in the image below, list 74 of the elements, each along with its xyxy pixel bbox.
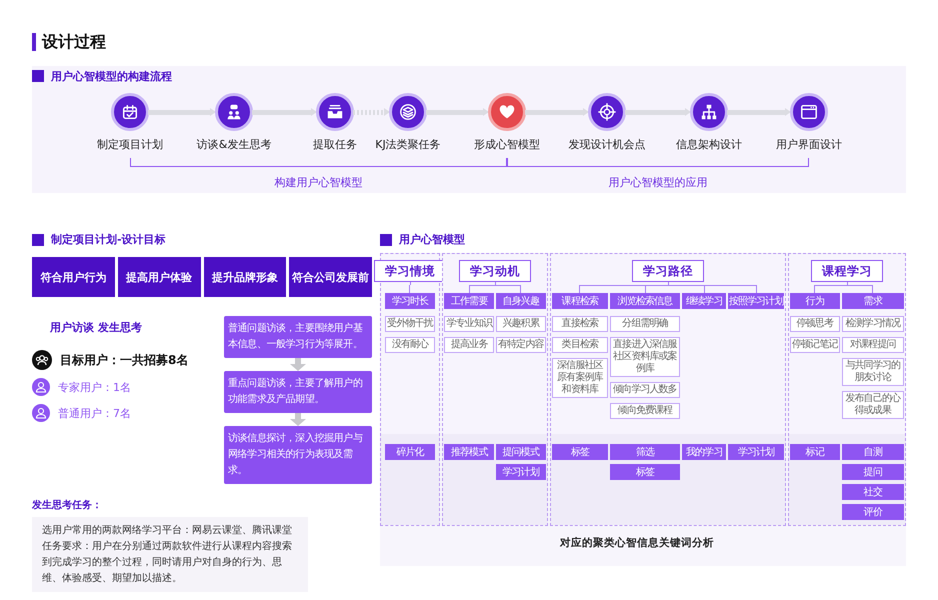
keyword-tag: 自测: [842, 444, 904, 460]
item-tag: 直接检索: [552, 316, 608, 332]
keyword-tag: 提问: [842, 464, 904, 480]
step-label: 提取任务: [313, 137, 357, 152]
column-heading: 学习路径: [632, 260, 704, 282]
goal-tile: 符合用户行为: [32, 257, 115, 297]
section-title: 制定项目计划-设计目标: [51, 232, 166, 247]
goal-tile: 提升品牌形象: [204, 257, 286, 297]
keyword-tag: 碎片化: [385, 444, 435, 460]
item-tag: 停顿思考: [790, 316, 840, 332]
category-label: 行为: [790, 293, 840, 309]
item-tag: 直接进入深信服社区资料库或案例库: [610, 337, 680, 377]
category-label: 课程检索: [552, 293, 608, 309]
step-label: 制定项目计划: [97, 137, 163, 152]
item-tag: 提高业务: [444, 337, 494, 353]
user-group-text: 专家用户：1名: [58, 380, 131, 394]
column-heading: 学习动机: [459, 260, 531, 282]
column-heading: 课程学习: [811, 260, 883, 282]
task-title: 发生思考任务：: [32, 498, 103, 512]
item-tag: 兴趣积累: [496, 316, 546, 332]
keyword-tag: 提问模式: [496, 444, 546, 460]
step-label: 形成心智模型: [474, 137, 540, 152]
user-group-text: 普通用户：7名: [58, 406, 131, 420]
keyword-tag: 筛选: [610, 444, 680, 460]
category-label: 工作需要: [444, 293, 494, 309]
item-tag: 没有耐心: [385, 337, 435, 353]
category-label: 自身兴趣: [496, 293, 546, 309]
keyword-tag: 标签: [610, 464, 680, 480]
interview-step: 访谈信息探讨，深入挖掘用户与网络学习相关的行为表现及需求。: [224, 426, 372, 484]
task-text: 任务要求：用户在分别通过两款软件进行从课程内容搜索到完成学习的整个过程，同时请用户对自身的行为、思维、体验感受、期望加以描述。: [42, 540, 293, 586]
item-tag: 有特定内容: [496, 337, 546, 353]
subsection-title: 用户访谈 发生思考: [50, 320, 143, 335]
item-tag: 与共同学习的朋友讨论: [842, 358, 904, 386]
item-tag: 倾向免费课程: [610, 403, 680, 419]
step-label: 访谈&发生思考: [196, 137, 272, 152]
item-tag: 学专业知识: [444, 316, 494, 332]
target-users-text: 目标用户：一共招募8名: [60, 352, 188, 368]
section-title: 用户心智模型: [399, 232, 465, 247]
category-label: 继续学习: [682, 293, 726, 309]
item-tag: 受外物干扰: [385, 316, 435, 332]
category-label: 学习时长: [385, 293, 435, 309]
item-tag: 停顿记笔记: [790, 337, 840, 353]
page-title: 设计过程: [42, 32, 106, 52]
item-tag: 类目检索: [552, 337, 608, 353]
keyword-tag: 社交: [842, 484, 904, 500]
category-label: 按照学习计划: [728, 293, 784, 309]
keyword-tag: 学习计划: [728, 444, 784, 460]
item-tag: 倾向学习人数多: [610, 382, 680, 398]
keyword-tag: 我的学习: [682, 444, 726, 460]
step-label: 用户界面设计: [776, 137, 842, 152]
category-label: 需求: [842, 293, 904, 309]
model-caption: 对应的聚类心智信息关键词分析: [560, 536, 715, 550]
phase-label: 用户心智模型的应用: [608, 175, 708, 190]
category-label: 浏览检索信息: [610, 293, 680, 309]
section-title: 用户心智模型的构建流程: [51, 68, 172, 84]
task-text: 选用户常用的两款网络学习平台：网易云课堂、腾讯课堂: [42, 524, 293, 538]
keyword-tag: 标签: [552, 444, 608, 460]
step-label: 发现设计机会点: [568, 137, 646, 152]
keyword-tag: 评价: [842, 504, 904, 520]
item-tag: 深信服社区原有案例库和资料库: [552, 358, 608, 398]
item-tag: 分组需明确: [610, 316, 680, 332]
phase-label: 构建用户心智模型: [274, 175, 362, 190]
keyword-tag: 推荐模式: [444, 444, 494, 460]
goal-tile: 提高用户体验: [118, 257, 200, 297]
item-tag: 对课程提问: [842, 337, 904, 353]
item-tag: 检测学习情况: [842, 316, 904, 332]
step-label: KJ法类聚任务: [375, 137, 441, 152]
goal-tile: 符合公司发展前: [289, 257, 372, 297]
item-tag: 发布自己的心得或成果: [842, 391, 904, 419]
step-label: 信息架构设计: [676, 137, 742, 152]
interview-step: 重点问题访谈，主要了解用户的功能需求及产品期望。: [224, 371, 372, 413]
keyword-tag: 学习计划: [496, 464, 546, 480]
interview-step: 普通问题访谈，主要围绕用户基本信息、一般学习行为等展开。: [224, 316, 372, 358]
keyword-tag: 标记: [790, 444, 840, 460]
